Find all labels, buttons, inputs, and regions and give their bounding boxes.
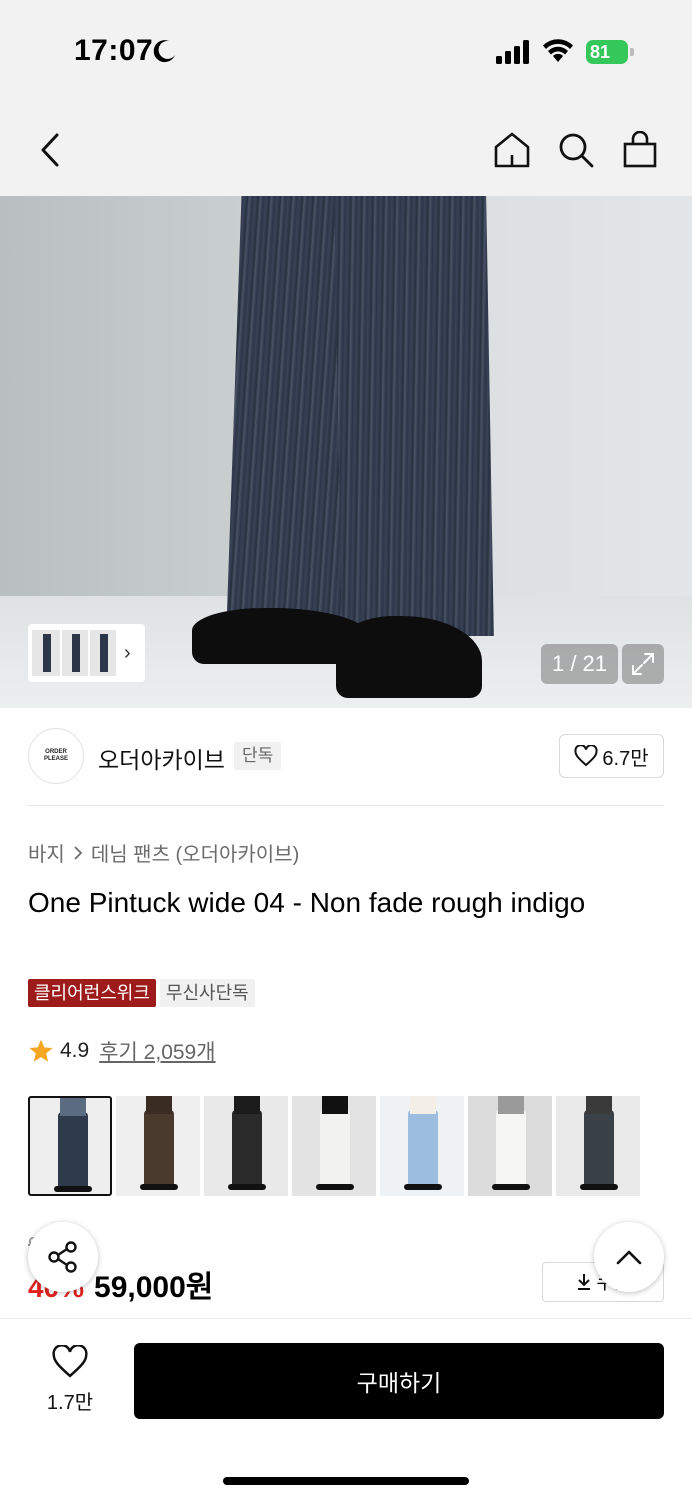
breadcrumb-subcategory[interactable]: 데님 팬츠 (오더아카이브) xyxy=(91,838,299,867)
clearance-week-tag: 클리어런스위크 xyxy=(28,979,156,1007)
wishlist-count: 1.7만 xyxy=(46,1392,94,1414)
battery-percent: 81 xyxy=(590,42,611,62)
thumb-figure-pants xyxy=(408,1110,438,1188)
rating-score: 4.9 xyxy=(60,1039,90,1062)
thumb-figure-pants xyxy=(232,1110,262,1188)
expand-image-button[interactable] xyxy=(622,644,664,684)
thumb-figure-shoes xyxy=(140,1184,178,1190)
image-page-counter: 1 / 21 xyxy=(541,644,618,684)
star-icon xyxy=(29,1039,53,1062)
download-icon xyxy=(578,1274,591,1290)
thumb-figure-shoes xyxy=(492,1184,530,1190)
battery-indicator: 81 xyxy=(586,40,634,64)
product-image-right-leg xyxy=(334,196,494,636)
chevron-left-icon xyxy=(41,133,59,167)
brand-like-count: 6.7만 xyxy=(602,747,649,770)
wishlist-button[interactable]: 1.7만 xyxy=(30,1344,110,1415)
thumb-figure-top xyxy=(146,1096,172,1114)
product-tags: 클리어런스위크 무신사단독 xyxy=(28,979,255,1007)
battery-tip xyxy=(630,48,634,56)
color-option-thumb[interactable] xyxy=(116,1096,200,1196)
color-option-thumb[interactable] xyxy=(556,1096,640,1196)
gallery-thumbnail-strip[interactable]: › xyxy=(28,624,145,682)
heart-icon xyxy=(52,1344,88,1378)
thumb-figure-top xyxy=(498,1096,524,1114)
cart-button[interactable] xyxy=(620,130,660,170)
color-option-thumb[interactable] xyxy=(292,1096,376,1196)
brand-name[interactable]: 오더아카이브 xyxy=(98,741,225,775)
gallery-next-icon: › xyxy=(124,642,131,664)
color-option-thumb[interactable] xyxy=(204,1096,288,1196)
brand-logo[interactable]: ORDER PLEASE xyxy=(28,728,84,784)
exclusive-badge: 단독 xyxy=(234,742,282,770)
share-icon xyxy=(48,1241,77,1273)
product-title: One Pintuck wide 04 - Non fade rough ind… xyxy=(28,887,586,918)
thumb-figure-top xyxy=(410,1096,436,1114)
battery-level: 81 xyxy=(586,40,628,64)
search-button[interactable] xyxy=(556,130,596,170)
shopping-bag-icon xyxy=(623,131,657,168)
bottom-action-bar: 1.7만 구매하기 xyxy=(0,1318,692,1500)
moon-icon xyxy=(153,40,175,63)
back-button[interactable] xyxy=(30,130,70,170)
musinsa-exclusive-tag: 무신사단독 xyxy=(159,979,255,1007)
breadcrumb: 바지 데님 팬츠 (오더아카이브) xyxy=(28,838,299,867)
divider xyxy=(28,805,664,806)
status-time: 17:07 xyxy=(74,34,154,67)
thumb-figure-shoes xyxy=(54,1186,92,1192)
color-option-list xyxy=(28,1096,664,1198)
rating-row: 4.9 후기 2,059개 xyxy=(28,1036,216,1066)
thumb-figure-top xyxy=(234,1096,260,1114)
status-bar: 17:07 81 xyxy=(0,0,692,100)
search-icon xyxy=(559,133,594,168)
product-image-gallery[interactable]: › 1 / 21 xyxy=(0,196,692,708)
gallery-mini-thumb xyxy=(62,630,88,676)
sale-price: 59,000원 xyxy=(94,1271,214,1304)
thumb-figure-top xyxy=(322,1096,348,1114)
thumb-figure-pants xyxy=(584,1110,614,1188)
color-option-thumb[interactable] xyxy=(380,1096,464,1196)
home-icon xyxy=(494,132,530,168)
review-count-link[interactable]: 후기 2,059개 xyxy=(99,1036,215,1066)
chevron-right-icon xyxy=(74,845,83,860)
home-indicator xyxy=(223,1477,469,1485)
buy-button[interactable]: 구매하기 xyxy=(134,1343,664,1419)
color-option-thumb[interactable] xyxy=(28,1096,112,1196)
brand-like-button[interactable]: 6.7만 xyxy=(559,734,664,778)
color-option-thumb[interactable] xyxy=(468,1096,552,1196)
thumb-figure-shoes xyxy=(580,1184,618,1190)
gallery-mini-thumb xyxy=(32,630,60,676)
thumb-figure-shoes xyxy=(316,1184,354,1190)
gallery-mini-thumb xyxy=(90,630,116,676)
scroll-to-top-button[interactable] xyxy=(594,1222,664,1292)
heart-icon xyxy=(574,745,598,767)
thumb-figure-pants xyxy=(144,1110,174,1188)
thumb-figure-pants xyxy=(320,1110,350,1188)
thumb-figure-shoes xyxy=(228,1184,266,1190)
wifi-icon xyxy=(543,39,573,62)
thumb-figure-top xyxy=(586,1096,612,1114)
thumb-figure-pants xyxy=(496,1110,526,1188)
brand-row[interactable]: ORDER PLEASE 오더아카이브 단독 6.7만 xyxy=(28,728,664,784)
chevron-up-icon xyxy=(616,1250,642,1265)
breadcrumb-category[interactable]: 바지 xyxy=(28,838,65,867)
brand-logo-text: ORDER PLEASE xyxy=(43,749,68,762)
nav-bar xyxy=(0,100,692,196)
thumb-figure-pants xyxy=(58,1112,88,1190)
share-button[interactable] xyxy=(28,1222,98,1292)
home-button[interactable] xyxy=(492,130,532,170)
cellular-signal-icon xyxy=(496,40,529,64)
thumb-figure-shoes xyxy=(404,1184,442,1190)
expand-icon xyxy=(632,653,654,675)
thumb-figure-top xyxy=(60,1098,86,1116)
